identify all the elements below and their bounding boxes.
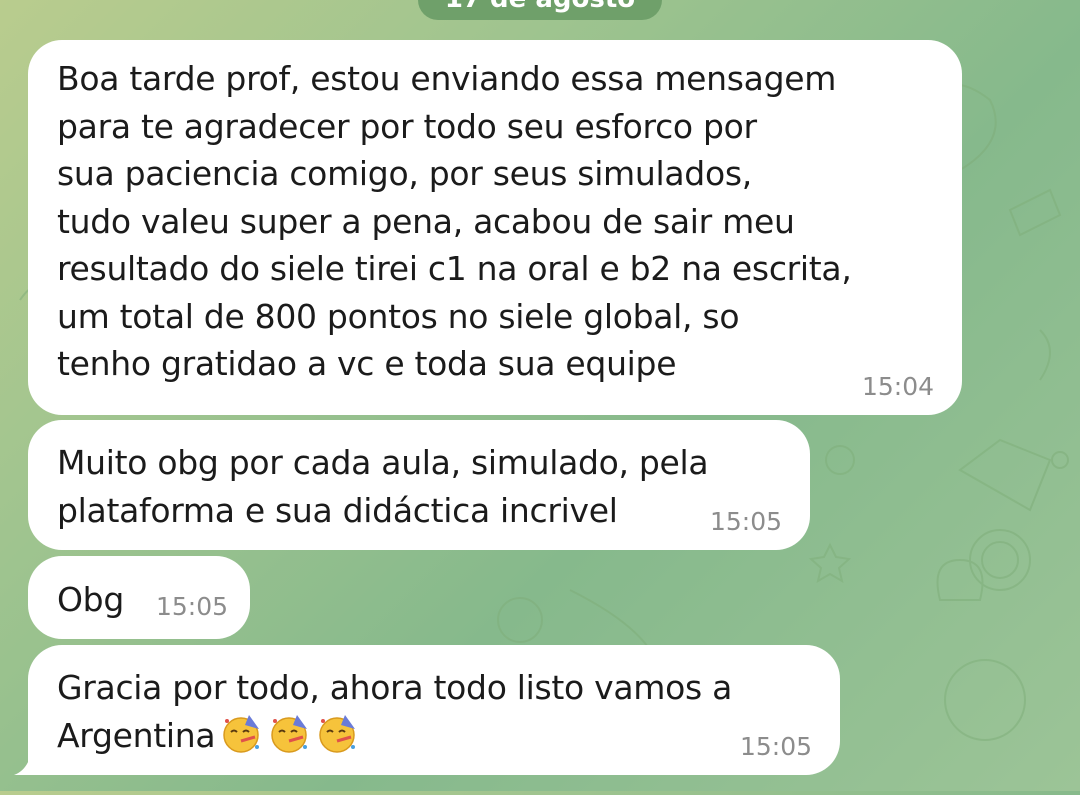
message-text-content: Gracia por todo, ahora todo listo vamos … xyxy=(57,668,733,755)
date-separator: 17 de agosto xyxy=(418,0,662,20)
message-bubble[interactable]: Gracia por todo, ahora todo listo vamos … xyxy=(28,645,840,775)
message-time: 15:05 xyxy=(155,592,228,621)
message-text: Boa tarde prof, estou enviando essa mens… xyxy=(57,59,852,383)
message-time: 15:04 xyxy=(861,372,934,401)
partying-face-emoji-icon xyxy=(223,715,356,753)
message-text: Muito obg por cada aula, simulado, pela … xyxy=(57,443,709,530)
message-text: Gracia por todo, ahora todo listo vamos … xyxy=(57,664,816,759)
message-time: 15:05 xyxy=(739,732,812,761)
message-bubble[interactable]: Muito obg por cada aula, simulado, pela … xyxy=(28,420,810,550)
bubble-tail-icon xyxy=(14,750,44,775)
message-time: 15:05 xyxy=(709,507,782,536)
message-bubble[interactable]: Boa tarde prof, estou enviando essa mens… xyxy=(28,40,962,415)
message-bubble[interactable]: Obg 15:05 xyxy=(28,556,250,639)
